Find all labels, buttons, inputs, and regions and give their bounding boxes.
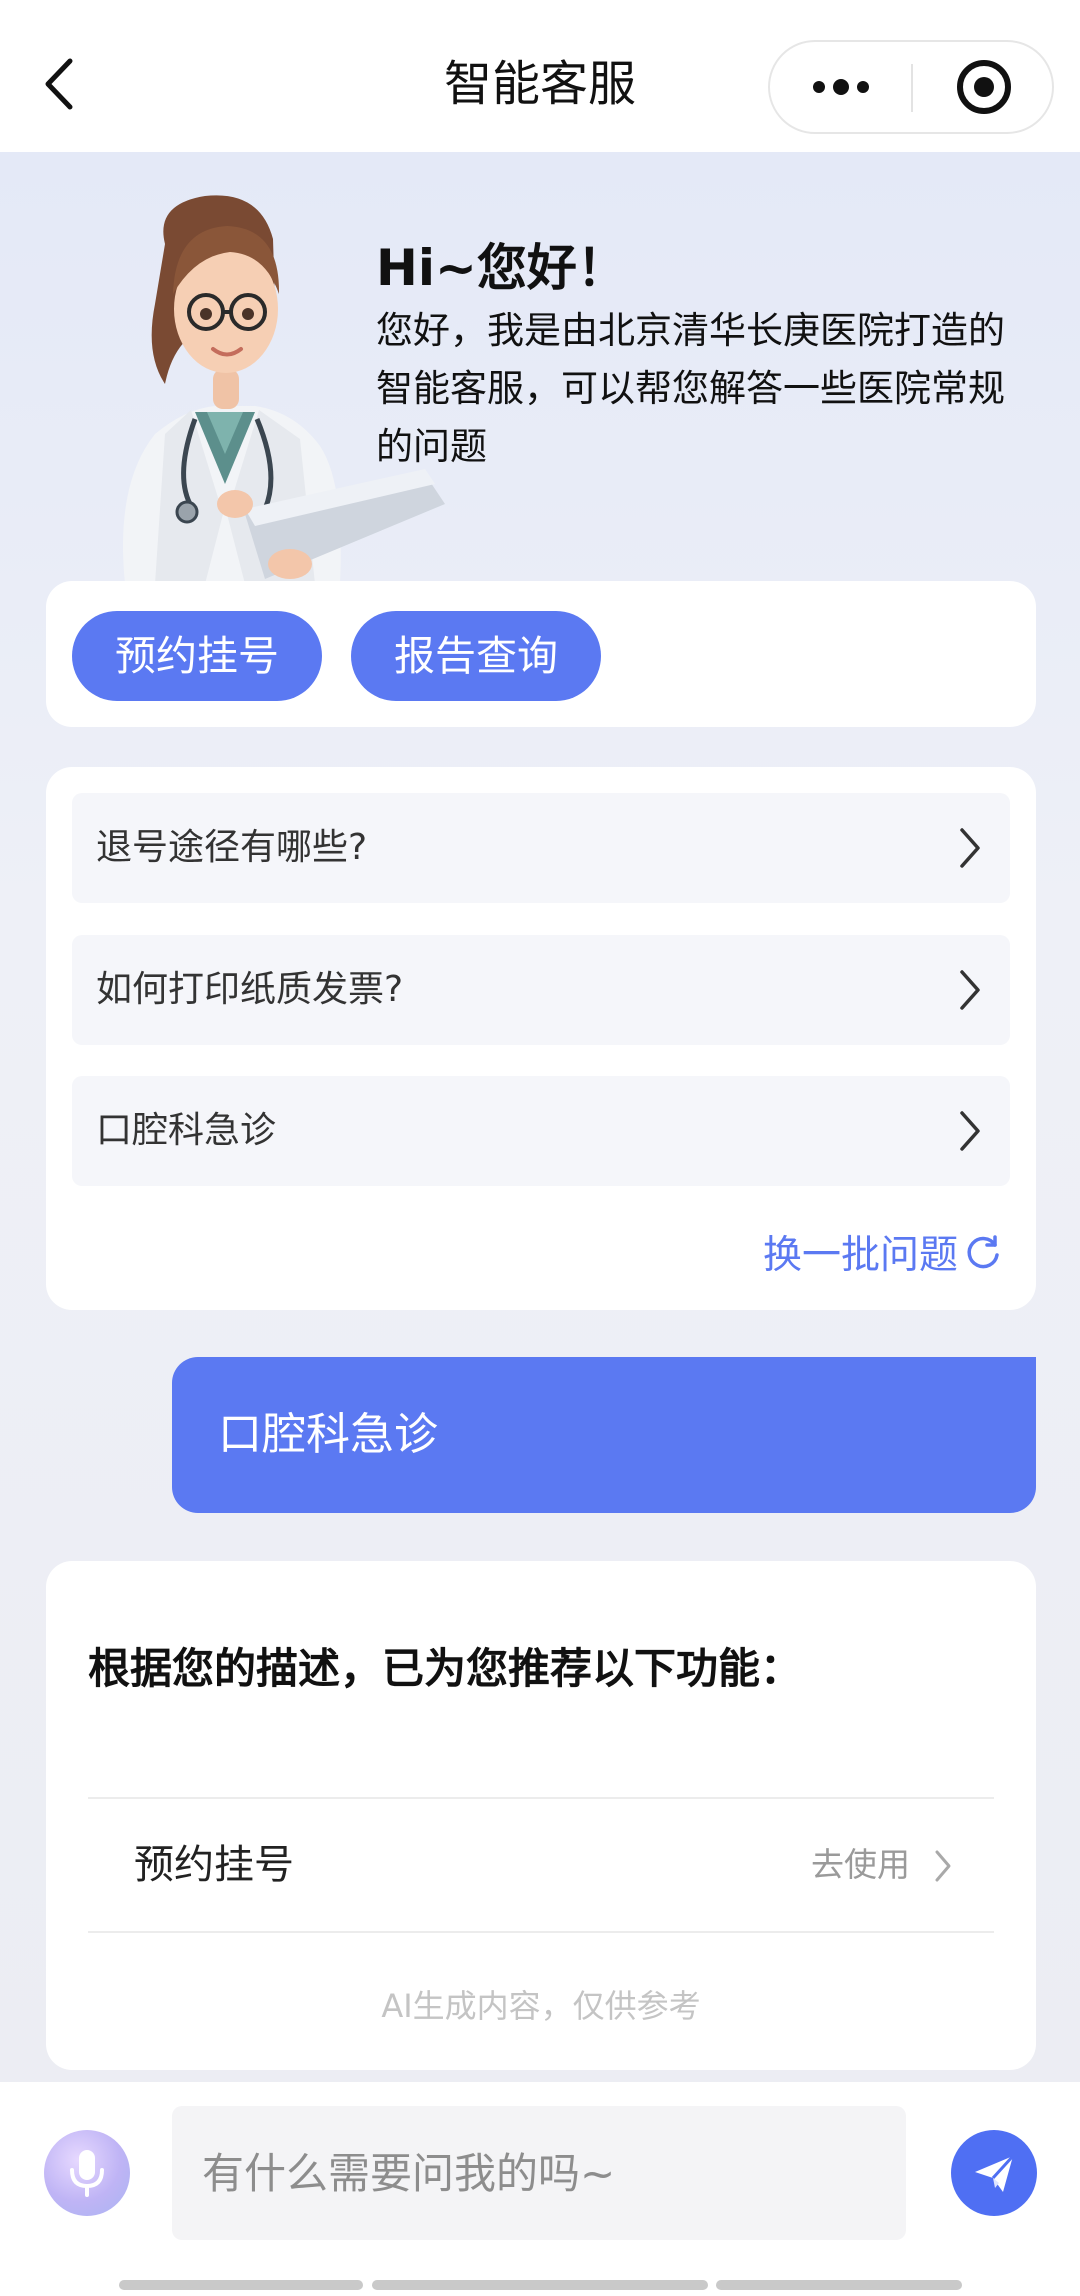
chevron-right-icon (960, 1111, 980, 1151)
divider (88, 1931, 994, 1933)
greeting-title: Hi~您好！ (376, 239, 627, 297)
message-input[interactable] (172, 2106, 906, 2240)
use-link[interactable]: 去使用 (811, 1799, 910, 1931)
send-button[interactable] (951, 2130, 1037, 2216)
microphone-icon (70, 2150, 104, 2197)
chevron-right-icon (960, 970, 980, 1010)
home-indicator (119, 2280, 363, 2290)
home-indicator (716, 2280, 962, 2290)
more-dots-icon (813, 79, 869, 95)
faq-item[interactable]: 口腔科急诊 (72, 1076, 1010, 1186)
faq-item[interactable]: 如何打印纸质发票? (72, 935, 1010, 1045)
refresh-icon (967, 1235, 999, 1269)
voice-input-button[interactable] (44, 2130, 130, 2216)
greeting-text: 您好，我是由北京清华长庚医院打造的智能客服，可以帮您解答一些医院常规的问题 (376, 309, 1005, 468)
target-close-icon (956, 60, 1011, 114)
faq-item-label: 如何打印纸质发票? (96, 969, 404, 1010)
appointment-button[interactable]: 预约挂号 (72, 611, 322, 701)
mini-program-capsule (768, 40, 1054, 134)
more-button[interactable] (770, 42, 912, 132)
report-query-button[interactable]: 报告查询 (351, 611, 601, 701)
faq-card: 退号途径有哪些? 如何打印纸质发票? 口腔科急诊 换一批问题 (46, 767, 1036, 1310)
recommendation-card: 根据您的描述，已为您推荐以下功能： 预约挂号 去使用 AI生成内容，仅供参考 (46, 1561, 1036, 2070)
recommendation-item-label: 预约挂号 (134, 1842, 294, 1888)
quick-actions-card: 预约挂号 报告查询 (46, 581, 1036, 727)
faq-item[interactable]: 退号途径有哪些? (72, 793, 1010, 903)
send-paper-plane-icon (975, 2154, 1015, 2192)
chevron-right-icon (960, 828, 980, 868)
faq-item-label: 口腔科急诊 (96, 1110, 277, 1151)
user-message-bubble: 口腔科急诊 (172, 1357, 1036, 1513)
close-button[interactable] (913, 42, 1054, 132)
home-indicator (372, 2280, 708, 2290)
user-message-text: 口腔科急诊 (218, 1409, 438, 1460)
ai-disclaimer: AI生成内容，仅供参考 (381, 1987, 701, 2025)
input-bar (0, 2082, 1080, 2296)
recommendation-title: 根据您的描述，已为您推荐以下功能： (88, 1644, 803, 1693)
top-nav-bar: 智能客服 (0, 0, 1080, 152)
chevron-right-icon (935, 1850, 951, 1882)
chat-area: Hi~您好！ 您好，我是由北京清华长庚医院打造的智能客服，可以帮您解答一些医院常… (0, 152, 1080, 2082)
faq-item-label: 退号途径有哪些? (96, 827, 368, 868)
refresh-questions-button[interactable]: 换一批问题 (763, 1222, 1002, 1282)
recommendation-item[interactable]: 预约挂号 去使用 (88, 1799, 994, 1931)
refresh-label: 换一批问题 (762, 1233, 958, 1278)
